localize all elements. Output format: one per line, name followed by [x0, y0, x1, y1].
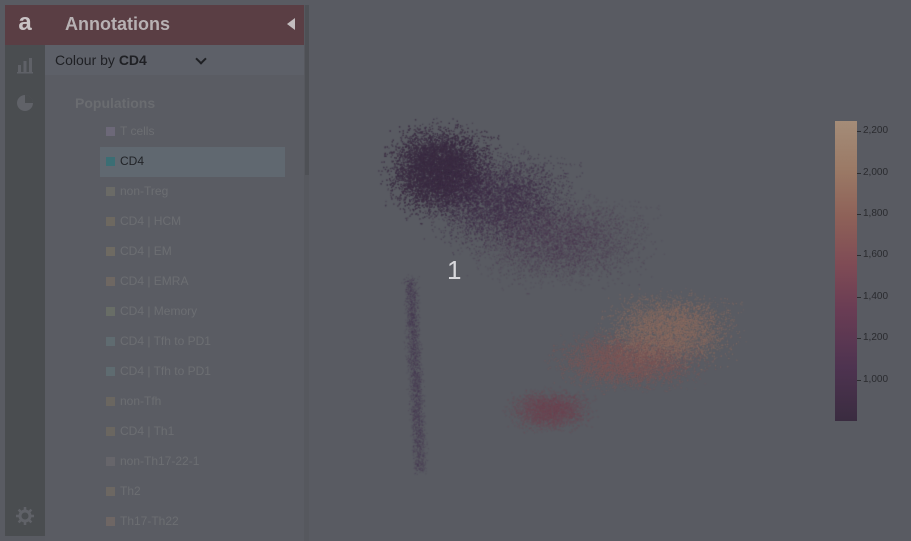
- pie-chart-icon[interactable]: [15, 93, 35, 113]
- population-item[interactable]: CD4 | EM: [100, 237, 285, 267]
- population-label: CD4 | Tfh to PD1: [120, 364, 211, 378]
- app-logo[interactable]: a: [5, 5, 45, 45]
- colorbar-tick: [857, 296, 861, 298]
- population-swatch[interactable]: [106, 397, 115, 406]
- colorbar-tick-label: 1,600: [863, 249, 889, 261]
- colour-by-label: Colour by CD4: [55, 52, 147, 68]
- panel-header: Annotations: [45, 5, 309, 45]
- population-item[interactable]: CD4 | Memory: [100, 297, 285, 327]
- population-swatch[interactable]: [106, 217, 115, 226]
- annotations-panel: Annotations Colour by CD4 Populations T …: [45, 5, 309, 541]
- population-swatch[interactable]: [106, 157, 115, 166]
- population-label: CD4 | Memory: [120, 304, 198, 318]
- colour-by-value: CD4: [118, 52, 147, 68]
- colorbar-tick-label: 1,200: [863, 332, 889, 344]
- populations-heading: Populations: [75, 95, 156, 111]
- population-label: Th17-Th22: [120, 514, 179, 528]
- population-label: CD4 | Tfh to PD1: [120, 334, 211, 348]
- population-item[interactable]: non-Th17-22-1: [100, 447, 285, 477]
- population-swatch[interactable]: [106, 337, 115, 346]
- population-item[interactable]: CD4 | Th1: [100, 417, 285, 447]
- population-label: CD4 | EM: [120, 244, 172, 258]
- population-item[interactable]: CD4 | EMRA: [100, 267, 285, 297]
- population-label: Th2: [120, 484, 141, 498]
- population-item[interactable]: Th2: [100, 477, 285, 507]
- populations-list: T cells CD4 non-Treg CD4 | HCM CD4 | EM CD4 |…: [100, 117, 290, 537]
- app-window: a Annotations Colour by CD4 Populations …: [0, 0, 911, 541]
- population-item[interactable]: CD4 | Tfh to PD1: [100, 357, 285, 387]
- scrollbar-thumb[interactable]: [305, 5, 309, 175]
- colorbar-tick: [857, 255, 861, 257]
- population-label: CD4 | Th1: [120, 424, 175, 438]
- colorbar-tick: [857, 379, 861, 381]
- population-swatch[interactable]: [106, 187, 115, 196]
- cluster-label: 1: [447, 255, 462, 285]
- population-item[interactable]: CD4 | Tfh to PD1: [100, 327, 285, 357]
- population-swatch[interactable]: [106, 367, 115, 376]
- population-item[interactable]: T cells: [100, 117, 285, 147]
- population-swatch[interactable]: [106, 127, 115, 136]
- population-swatch[interactable]: [106, 277, 115, 286]
- panel-title: Annotations: [65, 14, 170, 34]
- population-label: non-Th17-22-1: [120, 454, 200, 468]
- population-swatch[interactable]: [106, 487, 115, 496]
- colorbar-tick: [857, 172, 861, 174]
- chevron-down-icon[interactable]: [195, 53, 207, 65]
- colorbar-tick-label: 1,000: [863, 373, 889, 385]
- chart-icon[interactable]: [15, 55, 35, 75]
- colorbar-tick: [857, 338, 861, 340]
- population-item[interactable]: CD4 | HCM: [100, 207, 285, 237]
- population-swatch[interactable]: [106, 517, 115, 526]
- colorbar-tick-label: 1,800: [863, 208, 889, 220]
- population-swatch[interactable]: [106, 457, 115, 466]
- population-label: CD4 | HCM: [120, 214, 182, 228]
- umap-scatter-plot[interactable]: [330, 80, 790, 520]
- population-swatch[interactable]: [106, 427, 115, 436]
- gear-icon[interactable]: [15, 506, 35, 526]
- colorbar-tick-label: 2,200: [863, 125, 889, 137]
- population-label: CD4: [120, 154, 145, 168]
- population-label: non-Tfh: [120, 394, 162, 408]
- collapse-panel-icon[interactable]: [287, 18, 295, 30]
- colorbar-tick-label: 2,000: [863, 166, 889, 178]
- population-item[interactable]: Th17-Th22: [100, 507, 285, 537]
- population-label: T cells: [120, 124, 155, 138]
- colour-by-prefix: Colour by: [55, 52, 119, 68]
- population-item[interactable]: non-Treg: [100, 177, 285, 207]
- population-swatch[interactable]: [106, 307, 115, 316]
- population-label: non-Treg: [120, 184, 169, 198]
- colour-by-select[interactable]: Colour by CD4: [45, 45, 309, 75]
- population-item[interactable]: CD4: [100, 147, 285, 177]
- population-item[interactable]: non-Tfh: [100, 387, 285, 417]
- population-label: CD4 | EMRA: [120, 274, 189, 288]
- colorbar-tick: [857, 131, 861, 133]
- colorbar-tick: [857, 214, 861, 216]
- icon-rail: a: [5, 5, 45, 536]
- colorbar: [835, 121, 857, 421]
- colorbar-tick-label: 1,400: [863, 290, 889, 302]
- population-swatch[interactable]: [106, 247, 115, 256]
